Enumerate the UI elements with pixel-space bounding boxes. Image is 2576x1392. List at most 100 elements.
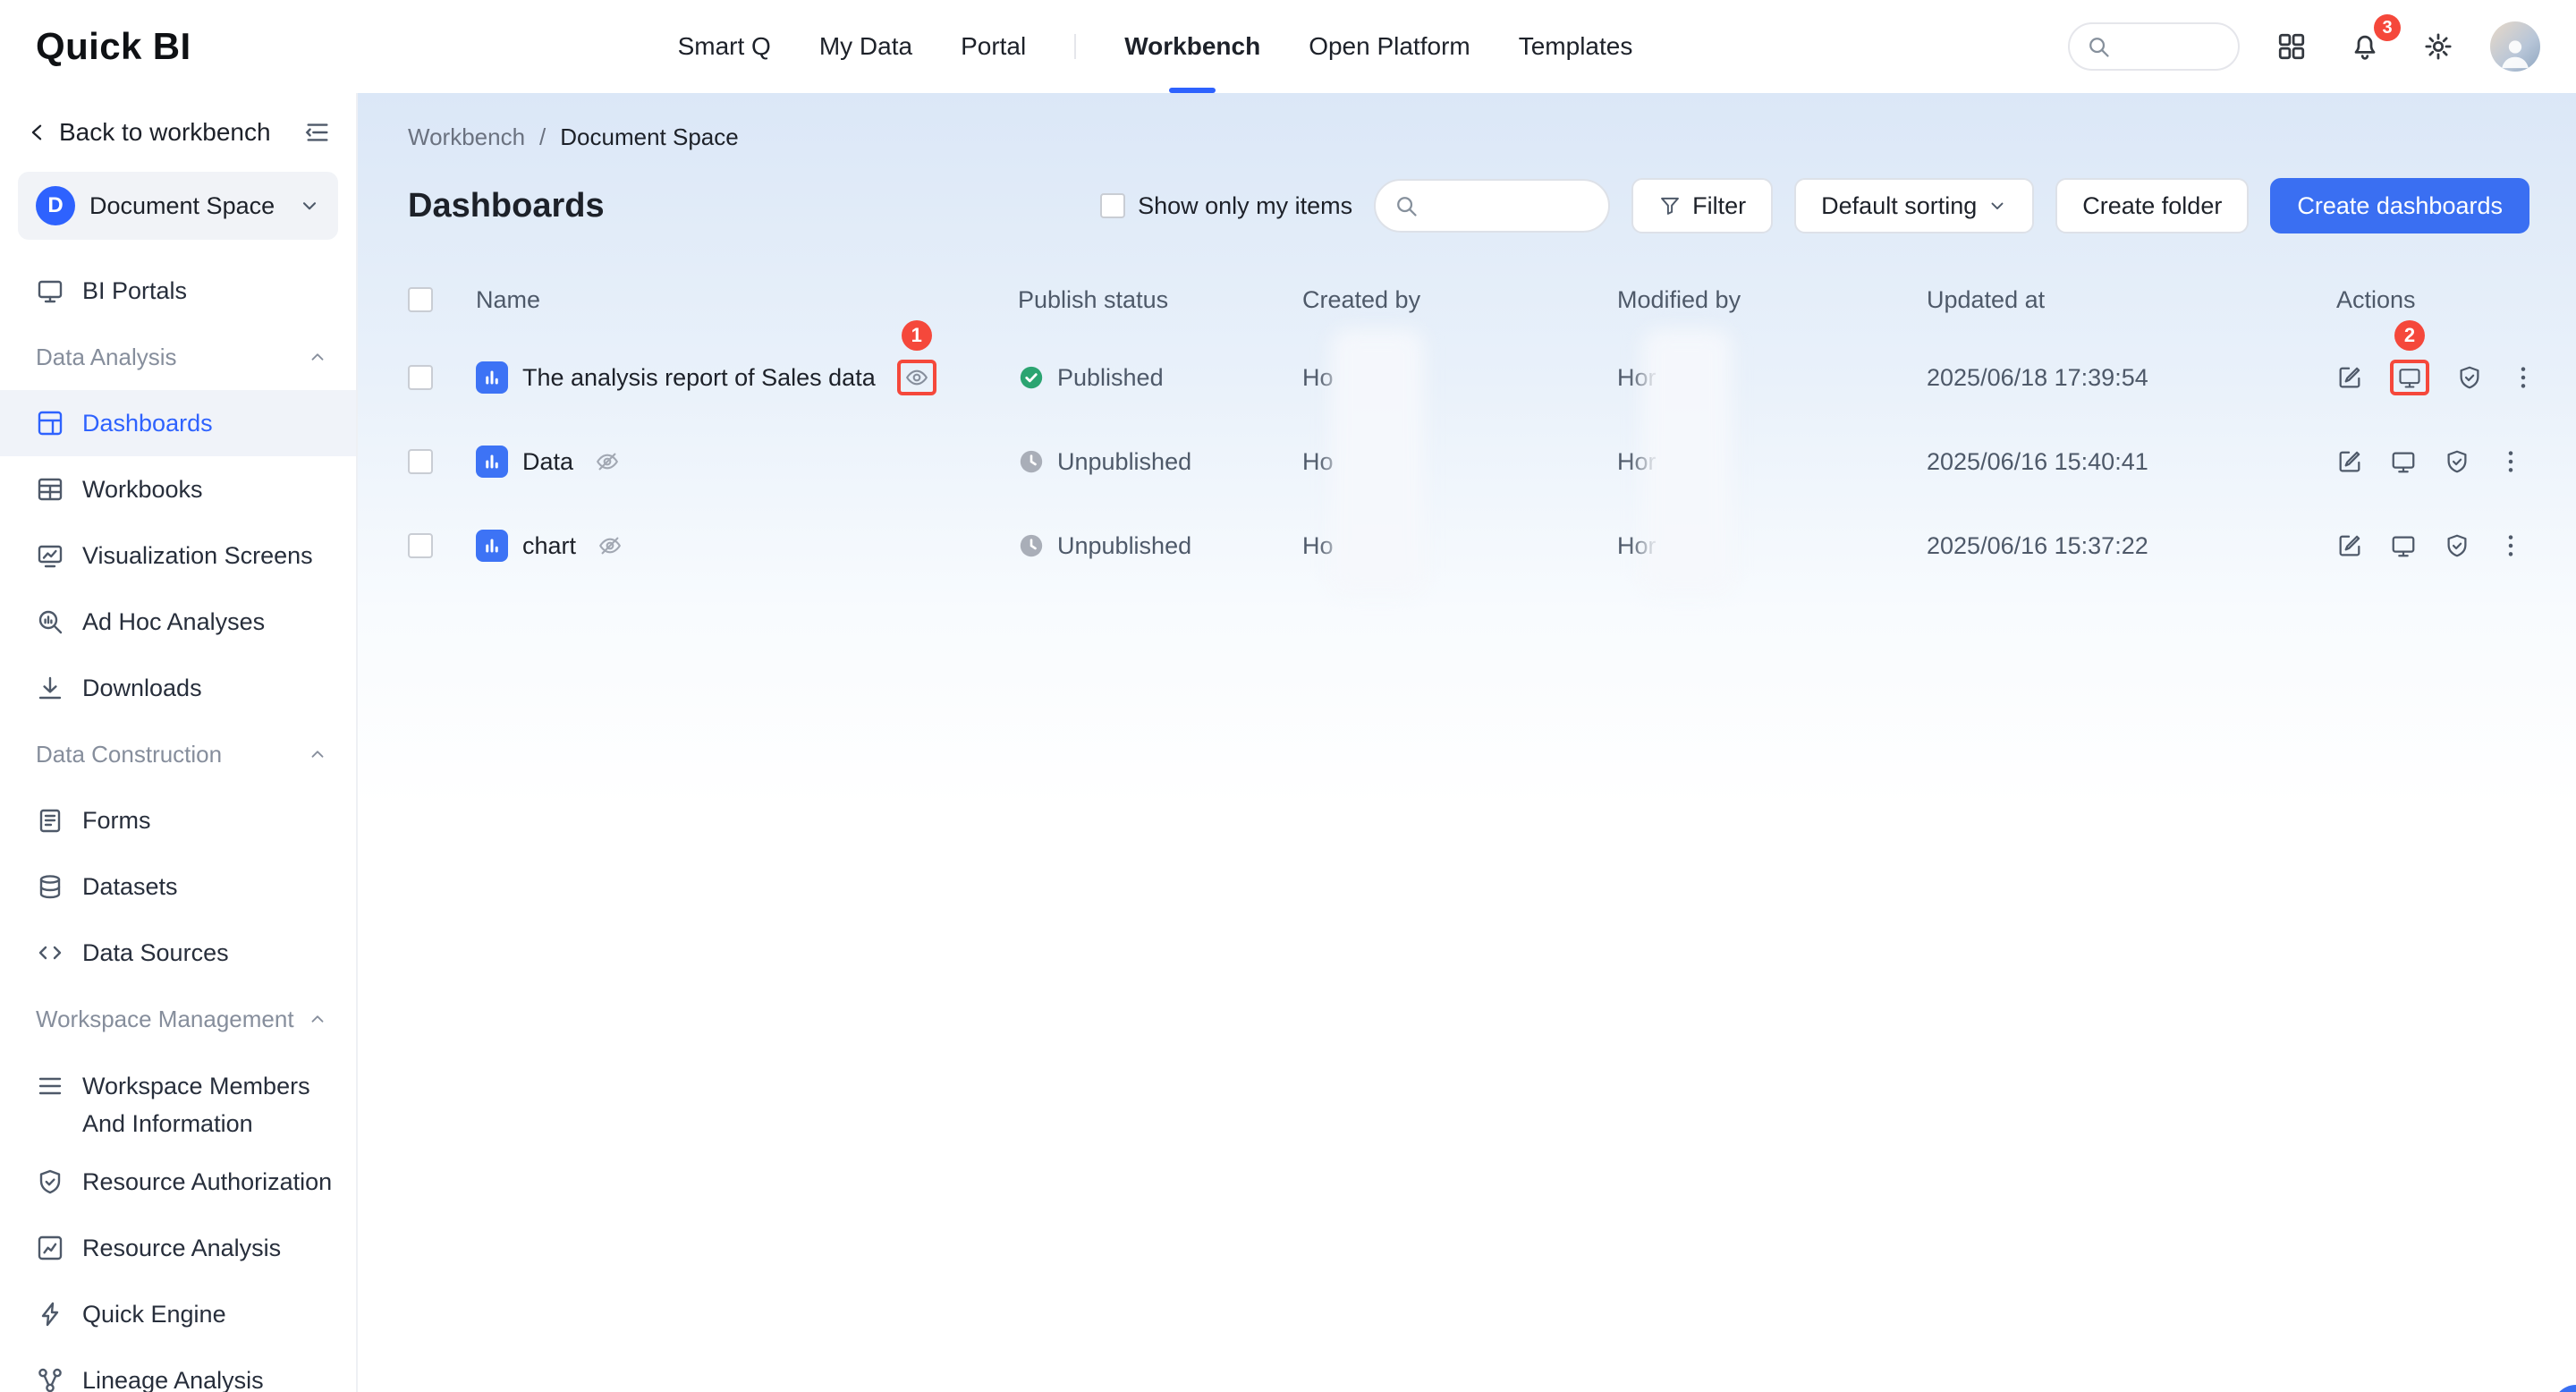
dashboard-name-link[interactable]: Data: [522, 448, 573, 476]
dashboard-name-link[interactable]: The analysis report of Sales data: [522, 364, 876, 392]
show-only-checkbox[interactable]: [1100, 193, 1125, 218]
sidebar-item-datasets[interactable]: Datasets: [0, 853, 356, 920]
annotation-badge-2: 2: [2394, 320, 2425, 351]
dashboards-table: Name Publish status Created by Modified …: [408, 264, 2529, 588]
permission-shield-icon[interactable]: [2444, 448, 2470, 475]
chevron-left-icon: [25, 121, 48, 144]
sidebar-item-data-sources[interactable]: Data Sources: [0, 920, 356, 986]
status-text: Unpublished: [1057, 448, 1191, 476]
workspace-selector[interactable]: D Document Space: [18, 172, 338, 240]
more-actions-icon[interactable]: [2510, 364, 2537, 391]
collapse-sidebar-icon[interactable]: [304, 119, 331, 146]
visibility-eye-off-icon[interactable]: [595, 449, 620, 474]
ad-hoc-analysis-icon: [36, 607, 64, 636]
analysis-chart-icon: [36, 1234, 64, 1262]
back-to-workbench[interactable]: Back to workbench: [0, 93, 356, 172]
back-label: Back to workbench: [59, 118, 271, 147]
sidebar-item-lineage-analysis[interactable]: Lineage Analysis: [0, 1347, 356, 1392]
preview-monitor-icon[interactable]: [2390, 532, 2417, 559]
col-publish-status: Publish status: [1018, 286, 1302, 314]
chevron-up-icon: [308, 1009, 327, 1029]
sidebar-item-resource-authorization[interactable]: Resource Authorization: [0, 1149, 356, 1215]
section-data-analysis[interactable]: Data Analysis: [0, 324, 356, 390]
sidebar-item-dashboards[interactable]: Dashboards: [0, 390, 356, 456]
nav-item-workbench[interactable]: Workbench: [1124, 0, 1260, 93]
main-content: Workbench / Document Space Dashboards Sh…: [358, 93, 2576, 1392]
col-updated-at: Updated at: [1927, 286, 2336, 314]
global-search-input[interactable]: [2120, 33, 2222, 61]
sidebar-item-bi-portals[interactable]: BI Portals: [0, 258, 356, 324]
nav-item-my-data[interactable]: My Data: [819, 0, 912, 93]
updated-at: 2025/06/16 15:37:22: [1927, 532, 2336, 560]
section-data-construction[interactable]: Data Construction: [0, 721, 356, 787]
toolbar: Show only my items Filter: [1100, 178, 2529, 233]
more-actions-icon[interactable]: [2497, 448, 2524, 475]
permission-shield-icon[interactable]: [2444, 532, 2470, 559]
sorting-dropdown[interactable]: Default sorting: [1794, 178, 2034, 233]
published-check-icon: [1018, 364, 1045, 391]
notification-count-badge: 3: [2374, 14, 2401, 41]
visibility-eye-icon[interactable]: 1: [897, 360, 936, 395]
chevron-up-icon: [308, 347, 327, 367]
user-avatar[interactable]: [2490, 21, 2540, 72]
navbar-right: 3: [2068, 21, 2540, 72]
row-checkbox[interactable]: [408, 449, 433, 474]
form-clipboard-icon: [36, 806, 64, 835]
nav-divider: [1074, 34, 1076, 59]
portal-monitor-icon: [36, 276, 64, 305]
floating-assistant-button[interactable]: [2553, 1385, 2576, 1392]
nav-item-smart-q[interactable]: Smart Q: [678, 0, 771, 93]
row-checkbox[interactable]: [408, 533, 433, 558]
sidebar-item-ad-hoc-analyses[interactable]: Ad Hoc Analyses: [0, 589, 356, 655]
sidebar-item-visualization-screens[interactable]: Visualization Screens: [0, 522, 356, 589]
nav-item-portal[interactable]: Portal: [961, 0, 1026, 93]
nav-item-templates[interactable]: Templates: [1519, 0, 1633, 93]
quick-engine-icon: [36, 1300, 64, 1328]
edit-icon[interactable]: [2336, 532, 2363, 559]
unpublished-clock-icon: [1018, 532, 1045, 559]
dashboard-icon: [36, 409, 64, 437]
sidebar-item-workspace-members[interactable]: Workspace Members And Information: [0, 1052, 356, 1149]
apps-grid-icon[interactable]: [2270, 25, 2313, 68]
chevron-down-icon: [299, 195, 320, 216]
notifications-bell-icon[interactable]: 3: [2343, 25, 2386, 68]
settings-gear-icon[interactable]: [2417, 25, 2460, 68]
lineage-nodes-icon: [36, 1366, 64, 1392]
list-search-input[interactable]: [1429, 192, 1590, 220]
global-search-box[interactable]: [2068, 22, 2240, 71]
dashboard-name-link[interactable]: chart: [522, 532, 576, 560]
visualization-screen-icon: [36, 541, 64, 570]
create-folder-button[interactable]: Create folder: [2055, 178, 2249, 233]
col-actions: Actions: [2336, 286, 2529, 314]
sidebar-menu: BI Portals Data Analysis Dashboards: [0, 258, 356, 1392]
preview-monitor-icon[interactable]: 2: [2390, 360, 2429, 395]
annotation-badge-1: 1: [902, 320, 932, 351]
section-workspace-management[interactable]: Workspace Management: [0, 986, 356, 1052]
select-all-checkbox[interactable]: [408, 287, 433, 312]
permission-shield-icon[interactable]: [2456, 364, 2483, 391]
create-dashboards-button[interactable]: Create dashboards: [2270, 178, 2529, 233]
row-checkbox[interactable]: [408, 365, 433, 390]
filter-button[interactable]: Filter: [1631, 178, 1773, 233]
nav-item-open-platform[interactable]: Open Platform: [1309, 0, 1470, 93]
sidebar-item-resource-analysis[interactable]: Resource Analysis: [0, 1215, 356, 1281]
download-icon: [36, 674, 64, 702]
sidebar-item-quick-engine[interactable]: Quick Engine: [0, 1281, 356, 1347]
sidebar-item-workbooks[interactable]: Workbooks: [0, 456, 356, 522]
table-row: Data Unpublished Ho Hor 2025/06/16 15:40…: [408, 420, 2529, 504]
top-navbar: Quick BI Smart Q My Data Portal Workbenc…: [0, 0, 2576, 93]
edit-icon[interactable]: [2336, 364, 2363, 391]
show-only-my-items[interactable]: Show only my items: [1100, 192, 1352, 220]
page-title: Dashboards: [408, 187, 605, 225]
sidebar-item-forms[interactable]: Forms: [0, 787, 356, 853]
list-search-box[interactable]: [1374, 179, 1610, 233]
sidebar-item-downloads[interactable]: Downloads: [0, 655, 356, 721]
app-logo: Quick BI: [36, 25, 191, 68]
more-actions-icon[interactable]: [2497, 532, 2524, 559]
search-icon: [1394, 193, 1419, 218]
visibility-eye-off-icon[interactable]: [597, 533, 623, 558]
breadcrumb-workbench[interactable]: Workbench: [408, 123, 525, 151]
quick-bi-app: Quick BI Smart Q My Data Portal Workbenc…: [0, 0, 2576, 1392]
edit-icon[interactable]: [2336, 448, 2363, 475]
preview-monitor-icon[interactable]: [2390, 448, 2417, 475]
